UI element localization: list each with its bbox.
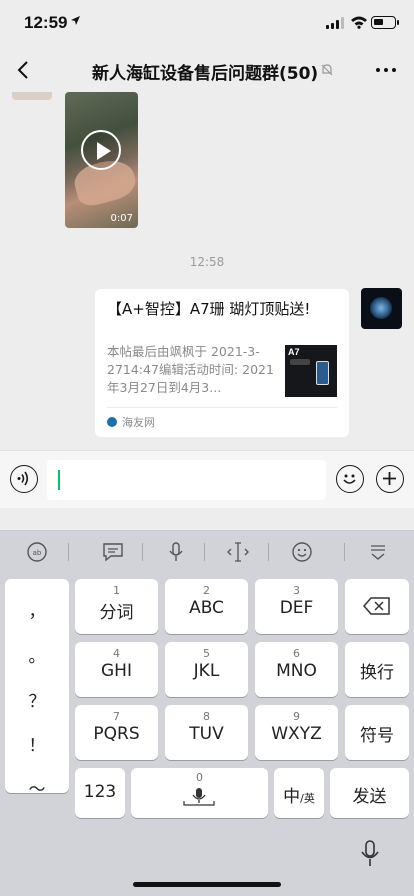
input-bar <box>0 450 414 508</box>
text-caret <box>58 470 60 490</box>
thumb-label: A7 <box>288 347 300 357</box>
backspace-icon <box>363 597 390 615</box>
dictation-mic-icon[interactable] <box>358 839 382 869</box>
cursor-icon[interactable] <box>226 541 250 563</box>
emoji-pad-icon[interactable]: ab <box>25 541 49 563</box>
message-timestamp: 12:58 <box>189 255 225 269</box>
voice-icon <box>17 471 29 486</box>
video-message[interactable]: 0:07 <box>65 92 138 228</box>
nav-bar: 新人海缸设备售后问题群(50) <box>0 48 414 92</box>
space-mic-icon <box>183 788 215 806</box>
my-avatar[interactable] <box>361 288 402 329</box>
divider <box>107 407 337 408</box>
source-icon <box>107 417 117 427</box>
key-6[interactable]: 6 MNO <box>255 642 338 697</box>
key-8[interactable]: 8 TUV <box>165 705 248 760</box>
chat-messages[interactable]: 0:07 12:58 【A+智控】A7珊 瑚灯顶贴送! 本帖最后由飒枫于 202… <box>0 92 414 450</box>
card-thumbnail: A7 <box>285 345 337 397</box>
symbol-key[interactable]: ？ <box>5 687 69 712</box>
backspace-key[interactable] <box>345 579 409 634</box>
space-key[interactable]: 0 <box>131 768 268 818</box>
more-actions-button[interactable] <box>376 465 404 493</box>
symbol-key-button[interactable]: 符号 <box>345 705 409 760</box>
back-icon[interactable] <box>12 56 36 84</box>
chat-title: 新人海缸设备售后问题群(50) <box>92 64 319 84</box>
status-time: 12:59 <box>24 13 68 32</box>
keyboard: ， 。 ？ ！ ～ 1 分词 2 ABC 3 DEF 4 GHI 5 JKL 6 MNO 换… <box>0 572 414 896</box>
card-source: 海友网 <box>122 416 155 429</box>
language-key[interactable]: 中/英 <box>274 768 324 818</box>
symbol-column[interactable]: ， 。 ？ ！ ～ <box>5 579 69 800</box>
mute-bell-icon <box>321 64 333 76</box>
key-3[interactable]: 3 DEF <box>255 579 338 634</box>
video-duration: 0:07 <box>110 213 133 224</box>
wifi-icon <box>351 16 367 29</box>
voice-toggle-button[interactable] <box>10 465 38 493</box>
avatar[interactable] <box>12 92 52 100</box>
smile-icon[interactable] <box>290 541 314 563</box>
link-card-message[interactable]: 【A+智控】A7珊 瑚灯顶贴送! 本帖最后由飒枫于 2021-3-2714:47… <box>95 289 349 437</box>
home-indicator <box>133 882 281 887</box>
mic-icon[interactable] <box>164 541 188 563</box>
phone-image <box>316 361 329 385</box>
key-2[interactable]: 2 ABC <box>165 579 248 634</box>
symbol-key[interactable]: ！ <box>5 731 69 756</box>
status-bar: 12:59 <box>0 0 414 48</box>
card-description: 本帖最后由飒枫于 2021-3-2714:47编辑活动时间: 2021年3月27… <box>107 344 274 395</box>
key-7[interactable]: 7 PQRS <box>75 705 158 760</box>
card-title: 【A+智控】A7珊 瑚灯顶贴送! <box>107 300 311 318</box>
emoji-icon <box>343 474 356 484</box>
play-icon[interactable] <box>81 130 121 170</box>
send-key[interactable]: 发送 <box>330 768 409 818</box>
svg-text:ab: ab <box>33 549 42 557</box>
plus-icon <box>383 472 396 485</box>
battery-icon <box>371 16 399 29</box>
message-input[interactable] <box>47 460 326 500</box>
symbol-key[interactable]: ～ <box>5 775 69 800</box>
symbol-key[interactable]: 。 <box>5 642 69 667</box>
more-icon[interactable] <box>374 61 398 79</box>
key-5[interactable]: 5 JKL <box>165 642 248 697</box>
symbol-key[interactable]: ， <box>5 597 69 622</box>
key-4[interactable]: 4 GHI <box>75 642 158 697</box>
numeric-key[interactable]: 123 <box>75 768 125 818</box>
key-1[interactable]: 1 分词 <box>75 579 158 634</box>
clipboard-icon[interactable] <box>101 541 125 563</box>
ime-toolbar: ab <box>0 530 414 572</box>
location-arrow-icon <box>71 16 80 25</box>
ime-spacer <box>0 508 414 530</box>
newline-key[interactable]: 换行 <box>345 642 409 697</box>
signal-icon <box>326 17 346 29</box>
key-9[interactable]: 9 WXYZ <box>255 705 338 760</box>
hide-keyboard-icon[interactable] <box>366 541 390 563</box>
lamp-image <box>290 359 310 365</box>
emoji-button[interactable] <box>336 465 364 493</box>
